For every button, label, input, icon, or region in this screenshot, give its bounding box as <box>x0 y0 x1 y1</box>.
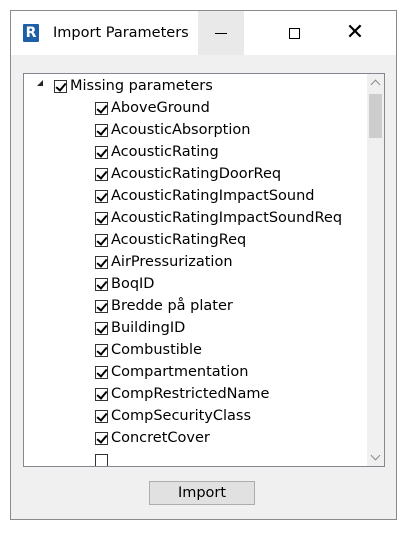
scroll-down-button[interactable] <box>367 449 384 466</box>
parameters-tree[interactable]: Missing parameters AboveGround AcousticAb… <box>23 73 385 467</box>
tree-item[interactable]: AcousticRatingImpactSound <box>95 185 315 207</box>
item-checkbox[interactable] <box>95 101 108 115</box>
item-checkbox[interactable] <box>95 321 108 335</box>
tree-item-label: AcousticRatingImpactSound <box>111 188 315 204</box>
tree-item[interactable]: BoqID <box>95 273 154 295</box>
tree-item[interactable]: AcousticRating <box>95 141 219 163</box>
revit-app-icon: R <box>23 24 39 42</box>
item-checkbox[interactable] <box>95 453 108 466</box>
minimize-button[interactable] <box>198 11 244 55</box>
item-checkbox[interactable] <box>95 431 108 445</box>
tree-item-label: AcousticRatingDoorReq <box>111 166 282 182</box>
tree-item-label: AcousticRatingImpactSoundReq <box>111 210 343 226</box>
tree-item[interactable]: AcousticAbsorption <box>95 119 250 141</box>
item-checkbox[interactable] <box>95 167 108 181</box>
item-checkbox[interactable] <box>95 299 108 313</box>
item-checkbox[interactable] <box>95 145 108 159</box>
maximize-icon <box>288 27 300 39</box>
expand-collapse-icon[interactable] <box>37 80 43 86</box>
tree-item-label: AcousticRating <box>111 144 219 160</box>
vertical-scrollbar[interactable] <box>367 74 384 466</box>
tree-item-label: BuildingID <box>111 320 186 336</box>
tree-item-label: CompSecurityClass <box>111 408 252 424</box>
item-checkbox[interactable] <box>95 233 108 247</box>
import-parameters-dialog: R Import Parameters ✕ Missing parameters… <box>10 10 397 520</box>
tree-item[interactable]: Bredde på plater <box>95 295 233 317</box>
scroll-up-button[interactable] <box>367 74 384 91</box>
chevron-up-icon <box>370 79 381 90</box>
tree-item-label: AirPressurization <box>111 254 233 270</box>
item-checkbox[interactable] <box>95 343 108 357</box>
window-title: Import Parameters <box>53 25 189 41</box>
tree-item-label: AboveGround <box>111 100 210 116</box>
item-checkbox[interactable] <box>95 365 108 379</box>
tree-item-label: Bredde på plater <box>111 298 233 314</box>
tree-content: Missing parameters AboveGround AcousticAb… <box>24 74 367 466</box>
tree-item-label: Combustible <box>111 342 202 358</box>
tree-item-label: BoqID <box>111 276 155 292</box>
close-icon: ✕ <box>345 20 365 45</box>
item-checkbox[interactable] <box>95 123 108 137</box>
close-button[interactable]: ✕ <box>332 11 378 55</box>
maximize-button[interactable] <box>271 11 317 55</box>
item-checkbox[interactable] <box>95 211 108 225</box>
tree-item-label: ConcretCover <box>111 430 210 446</box>
tree-item[interactable]: AcousticRatingReq <box>95 229 246 251</box>
root-checkbox[interactable] <box>54 79 67 93</box>
tree-item-label: Compartmentation <box>111 364 249 380</box>
tree-item[interactable]: BuildingID <box>95 317 185 339</box>
tree-item[interactable]: AirPressurization <box>95 251 233 273</box>
scrollbar-thumb[interactable] <box>369 94 382 138</box>
tree-item[interactable]: AcousticRatingDoorReq <box>95 163 281 185</box>
tree-item[interactable]: AcousticRatingImpactSoundReq <box>95 207 342 229</box>
item-checkbox[interactable] <box>95 387 108 401</box>
import-button[interactable]: Import <box>149 481 255 505</box>
chevron-down-icon <box>370 450 381 461</box>
item-checkbox[interactable] <box>95 255 108 269</box>
tree-item-label: CompRestrictedName <box>111 386 270 402</box>
tree-item[interactable]: Compartmentation <box>95 361 248 383</box>
tree-root-row[interactable]: Missing parameters <box>24 75 213 97</box>
title-bar[interactable]: R Import Parameters ✕ <box>11 11 396 55</box>
tree-item[interactable]: CompSecurityClass <box>95 405 251 427</box>
item-checkbox[interactable] <box>95 277 108 291</box>
item-checkbox[interactable] <box>95 189 108 203</box>
tree-item-partial[interactable] <box>95 449 111 466</box>
tree-root-label: Missing parameters <box>70 78 213 94</box>
tree-item[interactable]: ConcretCover <box>95 427 210 449</box>
minimize-icon <box>215 32 227 34</box>
tree-item[interactable]: AboveGround <box>95 97 210 119</box>
item-checkbox[interactable] <box>95 409 108 423</box>
tree-item[interactable]: CompRestrictedName <box>95 383 269 405</box>
tree-item-label: AcousticRatingReq <box>111 232 247 248</box>
tree-item-label: AcousticAbsorption <box>111 122 251 138</box>
tree-item[interactable]: Combustible <box>95 339 202 361</box>
